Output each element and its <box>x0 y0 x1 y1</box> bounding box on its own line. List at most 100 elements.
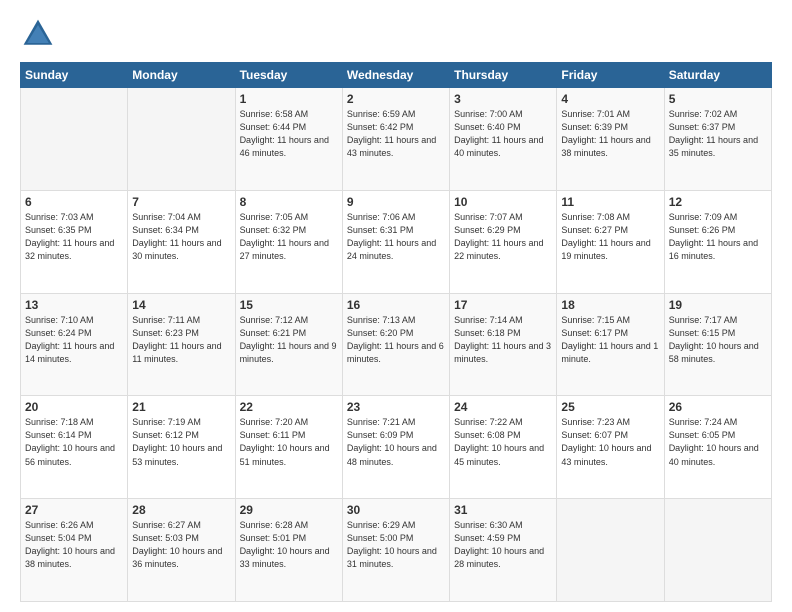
day-info: Sunrise: 7:13 AMSunset: 6:20 PMDaylight:… <box>347 315 444 364</box>
table-row: 22 Sunrise: 7:20 AMSunset: 6:11 PMDayligh… <box>235 396 342 499</box>
table-row: 13 Sunrise: 7:10 AMSunset: 6:24 PMDayligh… <box>21 293 128 396</box>
day-number: 18 <box>561 298 659 312</box>
day-info: Sunrise: 7:05 AMSunset: 6:32 PMDaylight:… <box>240 212 329 261</box>
table-row: 3 Sunrise: 7:00 AMSunset: 6:40 PMDaylight… <box>450 88 557 191</box>
day-info: Sunrise: 7:02 AMSunset: 6:37 PMDaylight:… <box>669 109 758 158</box>
day-number: 19 <box>669 298 767 312</box>
day-info: Sunrise: 6:29 AMSunset: 5:00 PMDaylight:… <box>347 520 437 569</box>
table-row: 15 Sunrise: 7:12 AMSunset: 6:21 PMDayligh… <box>235 293 342 396</box>
day-info: Sunrise: 6:59 AMSunset: 6:42 PMDaylight:… <box>347 109 436 158</box>
table-row <box>664 499 771 602</box>
table-row: 11 Sunrise: 7:08 AMSunset: 6:27 PMDayligh… <box>557 190 664 293</box>
table-row: 7 Sunrise: 7:04 AMSunset: 6:34 PMDaylight… <box>128 190 235 293</box>
day-info: Sunrise: 7:06 AMSunset: 6:31 PMDaylight:… <box>347 212 436 261</box>
day-number: 22 <box>240 400 338 414</box>
day-info: Sunrise: 7:07 AMSunset: 6:29 PMDaylight:… <box>454 212 543 261</box>
table-row: 18Sunrise: 7:15 AMSunset: 6:17 PMDayligh… <box>557 293 664 396</box>
day-number: 23 <box>347 400 445 414</box>
day-number: 25 <box>561 400 659 414</box>
day-info: Sunrise: 7:11 AMSunset: 6:23 PMDaylight:… <box>132 315 221 364</box>
table-row: 25 Sunrise: 7:23 AMSunset: 6:07 PMDayligh… <box>557 396 664 499</box>
table-row: 17 Sunrise: 7:14 AMSunset: 6:18 PMDayligh… <box>450 293 557 396</box>
day-info: Sunrise: 7:24 AMSunset: 6:05 PMDaylight:… <box>669 417 759 466</box>
table-row: 31 Sunrise: 6:30 AMSunset: 4:59 PMDayligh… <box>450 499 557 602</box>
day-number: 8 <box>240 195 338 209</box>
day-number: 26 <box>669 400 767 414</box>
day-info: Sunrise: 7:01 AMSunset: 6:39 PMDaylight:… <box>561 109 650 158</box>
table-row <box>557 499 664 602</box>
col-sunday: Sunday <box>21 63 128 88</box>
day-number: 31 <box>454 503 552 517</box>
day-number: 1 <box>240 92 338 106</box>
day-info: Sunrise: 7:12 AMSunset: 6:21 PMDaylight:… <box>240 315 337 364</box>
col-wednesday: Wednesday <box>342 63 449 88</box>
day-number: 12 <box>669 195 767 209</box>
table-row: 21Sunrise: 7:19 AMSunset: 6:12 PMDayligh… <box>128 396 235 499</box>
col-saturday: Saturday <box>664 63 771 88</box>
day-number: 10 <box>454 195 552 209</box>
day-info: Sunrise: 6:28 AMSunset: 5:01 PMDaylight:… <box>240 520 330 569</box>
calendar-week-row: 6 Sunrise: 7:03 AMSunset: 6:35 PMDaylight… <box>21 190 772 293</box>
day-info: Sunrise: 7:00 AMSunset: 6:40 PMDaylight:… <box>454 109 543 158</box>
table-row <box>128 88 235 191</box>
table-row: 4 Sunrise: 7:01 AMSunset: 6:39 PMDaylight… <box>557 88 664 191</box>
calendar-week-row: 20Sunrise: 7:18 AMSunset: 6:14 PMDayligh… <box>21 396 772 499</box>
day-info: Sunrise: 6:27 AMSunset: 5:03 PMDaylight:… <box>132 520 222 569</box>
table-row: 6 Sunrise: 7:03 AMSunset: 6:35 PMDaylight… <box>21 190 128 293</box>
day-info: Sunrise: 6:30 AMSunset: 4:59 PMDaylight:… <box>454 520 544 569</box>
calendar-week-row: 13 Sunrise: 7:10 AMSunset: 6:24 PMDayligh… <box>21 293 772 396</box>
day-number: 3 <box>454 92 552 106</box>
day-number: 4 <box>561 92 659 106</box>
day-number: 30 <box>347 503 445 517</box>
day-number: 11 <box>561 195 659 209</box>
day-info: Sunrise: 7:08 AMSunset: 6:27 PMDaylight:… <box>561 212 650 261</box>
day-info: Sunrise: 7:04 AMSunset: 6:34 PMDaylight:… <box>132 212 221 261</box>
logo <box>20 16 62 52</box>
day-info: Sunrise: 7:17 AMSunset: 6:15 PMDaylight:… <box>669 315 759 364</box>
day-info: Sunrise: 7:23 AMSunset: 6:07 PMDaylight:… <box>561 417 651 466</box>
day-number: 27 <box>25 503 123 517</box>
calendar-header-row: Sunday Monday Tuesday Wednesday Thursday… <box>21 63 772 88</box>
day-info: Sunrise: 7:21 AMSunset: 6:09 PMDaylight:… <box>347 417 437 466</box>
day-info: Sunrise: 7:22 AMSunset: 6:08 PMDaylight:… <box>454 417 544 466</box>
day-number: 16 <box>347 298 445 312</box>
day-info: Sunrise: 7:03 AMSunset: 6:35 PMDaylight:… <box>25 212 114 261</box>
day-number: 9 <box>347 195 445 209</box>
table-row: 8 Sunrise: 7:05 AMSunset: 6:32 PMDaylight… <box>235 190 342 293</box>
day-info: Sunrise: 7:20 AMSunset: 6:11 PMDaylight:… <box>240 417 330 466</box>
day-number: 28 <box>132 503 230 517</box>
day-number: 5 <box>669 92 767 106</box>
day-info: Sunrise: 7:19 AMSunset: 6:12 PMDaylight:… <box>132 417 222 466</box>
col-thursday: Thursday <box>450 63 557 88</box>
table-row: 20Sunrise: 7:18 AMSunset: 6:14 PMDayligh… <box>21 396 128 499</box>
day-info: Sunrise: 7:18 AMSunset: 6:14 PMDaylight:… <box>25 417 115 466</box>
table-row: 5 Sunrise: 7:02 AMSunset: 6:37 PMDaylight… <box>664 88 771 191</box>
day-info: Sunrise: 7:09 AMSunset: 6:26 PMDaylight:… <box>669 212 758 261</box>
col-monday: Monday <box>128 63 235 88</box>
header <box>20 16 772 52</box>
day-number: 2 <box>347 92 445 106</box>
col-friday: Friday <box>557 63 664 88</box>
day-number: 6 <box>25 195 123 209</box>
table-row: 14 Sunrise: 7:11 AMSunset: 6:23 PMDayligh… <box>128 293 235 396</box>
table-row: 2 Sunrise: 6:59 AMSunset: 6:42 PMDaylight… <box>342 88 449 191</box>
day-number: 17 <box>454 298 552 312</box>
calendar-table: Sunday Monday Tuesday Wednesday Thursday… <box>20 62 772 602</box>
table-row: 16 Sunrise: 7:13 AMSunset: 6:20 PMDayligh… <box>342 293 449 396</box>
day-number: 14 <box>132 298 230 312</box>
table-row: 19 Sunrise: 7:17 AMSunset: 6:15 PMDayligh… <box>664 293 771 396</box>
table-row: 9 Sunrise: 7:06 AMSunset: 6:31 PMDaylight… <box>342 190 449 293</box>
table-row: 26 Sunrise: 7:24 AMSunset: 6:05 PMDayligh… <box>664 396 771 499</box>
day-info: Sunrise: 7:10 AMSunset: 6:24 PMDaylight:… <box>25 315 114 364</box>
day-number: 13 <box>25 298 123 312</box>
day-info: Sunrise: 6:26 AMSunset: 5:04 PMDaylight:… <box>25 520 115 569</box>
day-number: 15 <box>240 298 338 312</box>
table-row: 10 Sunrise: 7:07 AMSunset: 6:29 PMDayligh… <box>450 190 557 293</box>
table-row: 28 Sunrise: 6:27 AMSunset: 5:03 PMDayligh… <box>128 499 235 602</box>
table-row: 23 Sunrise: 7:21 AMSunset: 6:09 PMDayligh… <box>342 396 449 499</box>
day-info: Sunrise: 7:14 AMSunset: 6:18 PMDaylight:… <box>454 315 551 364</box>
day-number: 7 <box>132 195 230 209</box>
day-number: 24 <box>454 400 552 414</box>
page: Sunday Monday Tuesday Wednesday Thursday… <box>0 0 792 612</box>
calendar-week-row: 1Sunrise: 6:58 AMSunset: 6:44 PMDaylight… <box>21 88 772 191</box>
